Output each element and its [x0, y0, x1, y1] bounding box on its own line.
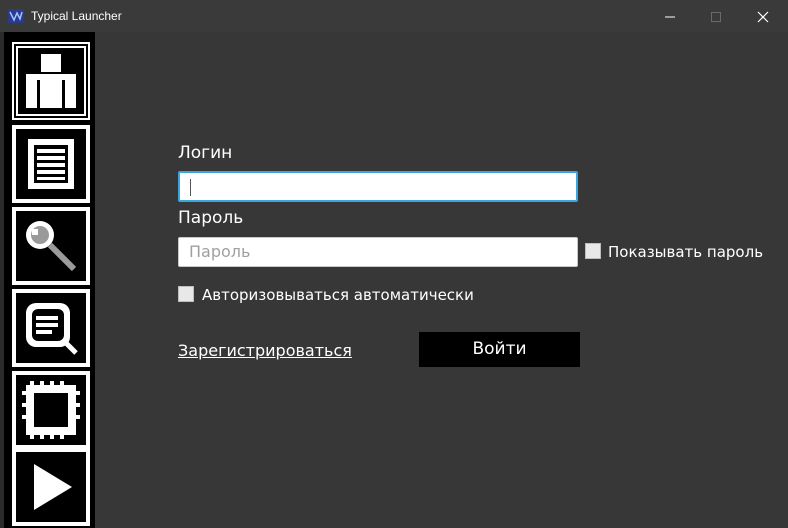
app-logo-icon — [8, 8, 24, 24]
show-password-label: Показывать пароль — [608, 243, 764, 261]
auto-login-label: Авторизовываться автоматически — [202, 286, 474, 304]
maximize-button[interactable] — [693, 0, 739, 32]
sidebar-item-settings[interactable] — [12, 371, 90, 449]
news-list-icon — [12, 125, 90, 203]
close-button[interactable] — [740, 0, 786, 32]
sidebar-item-news[interactable] — [12, 125, 90, 203]
show-password-checkbox[interactable] — [585, 243, 601, 259]
window-title: Typical Launcher — [31, 9, 122, 23]
auto-login-checkbox[interactable] — [178, 286, 194, 302]
settings-frame-icon — [12, 371, 90, 449]
password-label: Пароль — [178, 208, 244, 228]
profile-icon — [12, 42, 90, 120]
main-panel — [0, 32, 788, 528]
sidebar-item-chat[interactable] — [12, 289, 90, 367]
minimize-button[interactable] — [647, 0, 693, 32]
password-placeholder: Пароль — [189, 242, 251, 261]
register-link[interactable]: Зарегистрироваться — [178, 341, 352, 361]
text-caret — [190, 179, 191, 196]
search-icon — [12, 207, 90, 285]
maximize-icon — [711, 12, 721, 22]
login-input[interactable] — [178, 171, 578, 202]
minimize-icon — [665, 16, 675, 18]
password-input[interactable]: Пароль — [178, 237, 578, 267]
login-label: Логин — [178, 143, 233, 163]
login-button[interactable]: Войти — [419, 332, 580, 367]
sidebar-item-search[interactable] — [12, 207, 90, 285]
chat-search-icon — [12, 289, 90, 367]
sidebar-item-play[interactable] — [12, 448, 90, 526]
title-bar: Typical Launcher — [0, 0, 788, 32]
sidebar — [4, 32, 95, 528]
sidebar-item-profile[interactable] — [12, 42, 90, 120]
play-icon — [12, 448, 90, 526]
close-icon — [757, 11, 769, 23]
